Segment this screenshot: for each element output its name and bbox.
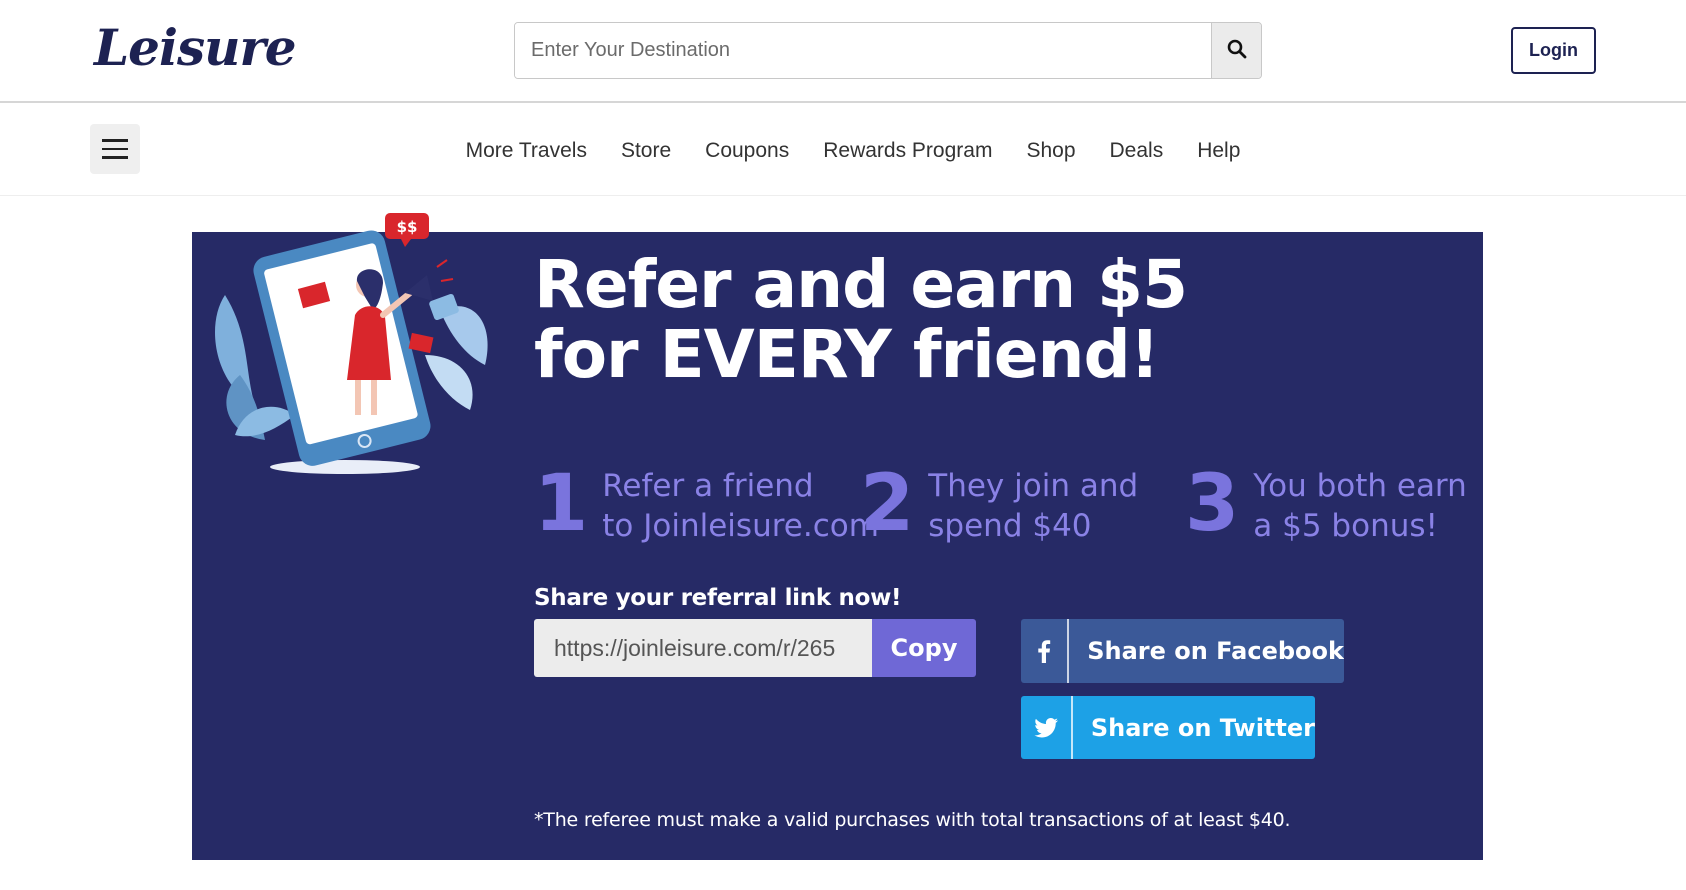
- step-line: to Joinleisure.com: [602, 508, 879, 544]
- search-button[interactable]: [1211, 23, 1261, 78]
- twitter-icon: [1021, 696, 1073, 759]
- step-description: You both earn a $5 bonus!: [1253, 460, 1467, 546]
- share-twitter-button[interactable]: Share on Twitter: [1021, 696, 1315, 759]
- hamburger-menu-icon[interactable]: [90, 124, 140, 174]
- step-3: 3 You both earn a $5 bonus!: [1185, 460, 1467, 548]
- share-facebook-label: Share on Facebook: [1087, 637, 1344, 665]
- referral-headline: Refer and earn $5 for EVERY friend!: [534, 246, 1188, 393]
- login-button[interactable]: Login: [1511, 27, 1596, 74]
- site-logo[interactable]: Leisure: [94, 18, 297, 77]
- nav-item-help[interactable]: Help: [1197, 139, 1240, 163]
- facebook-icon: [1021, 619, 1070, 683]
- step-1: 1 Refer a friend to Joinleisure.com: [534, 460, 879, 548]
- referral-disclaimer: *The referee must make a valid purchases…: [534, 809, 1291, 831]
- headline-line-1: Refer and earn $5: [534, 246, 1188, 323]
- nav-item-deals[interactable]: Deals: [1110, 139, 1164, 163]
- search-icon: [1227, 39, 1247, 62]
- step-line: spend $40: [928, 508, 1092, 544]
- site-header: Leisure Login: [0, 0, 1686, 103]
- step-line: a $5 bonus!: [1253, 508, 1438, 544]
- step-number: 1: [534, 459, 589, 549]
- step-number: 3: [1185, 459, 1240, 549]
- step-description: Refer a friend to Joinleisure.com: [602, 460, 879, 546]
- nav-links: More Travels Store Coupons Rewards Progr…: [0, 105, 1686, 196]
- nav-item-more-travels[interactable]: More Travels: [466, 139, 587, 163]
- headline-line-2: for EVERY friend!: [534, 316, 1160, 393]
- step-description: They join and spend $40: [928, 460, 1138, 546]
- step-line: You both earn: [1253, 468, 1467, 504]
- nav-item-shop[interactable]: Shop: [1026, 139, 1075, 163]
- main-nav: More Travels Store Coupons Rewards Progr…: [0, 105, 1686, 196]
- nav-item-store[interactable]: Store: [621, 139, 671, 163]
- search-bar: [514, 22, 1262, 79]
- destination-search-input[interactable]: [515, 23, 1211, 78]
- referral-link-group: Copy: [534, 619, 976, 677]
- share-heading: Share your referral link now!: [534, 585, 902, 611]
- referral-link-input[interactable]: [534, 619, 872, 677]
- illustration-badge-text: $$: [397, 218, 418, 236]
- phone-promo-illustration: $$: [215, 213, 488, 474]
- nav-item-rewards-program[interactable]: Rewards Program: [823, 139, 992, 163]
- share-twitter-label: Share on Twitter: [1090, 713, 1315, 742]
- step-line: Refer a friend: [602, 468, 814, 504]
- share-facebook-button[interactable]: Share on Facebook: [1021, 619, 1344, 683]
- step-number: 2: [860, 459, 915, 549]
- step-2: 2 They join and spend $40: [860, 460, 1138, 548]
- copy-link-button[interactable]: Copy: [872, 619, 976, 677]
- step-line: They join and: [928, 468, 1139, 504]
- nav-item-coupons[interactable]: Coupons: [705, 139, 789, 163]
